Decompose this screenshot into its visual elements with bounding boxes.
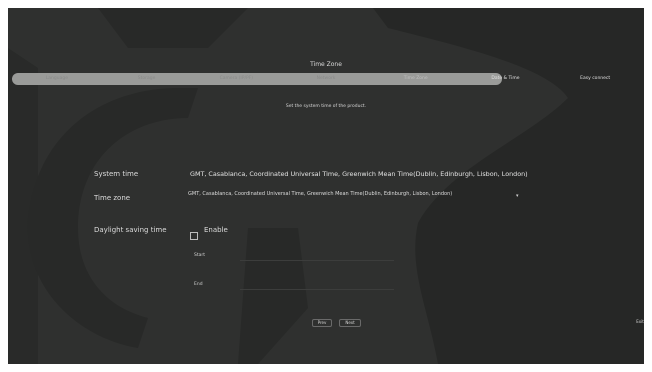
exit-button[interactable]: Exit (633, 319, 644, 327)
step-time-zone[interactable]: Time Zone (371, 73, 461, 85)
dst-start-time-select[interactable] (354, 253, 394, 261)
wizard-stepper: Language Storage Camera (IP/PF) Network … (12, 73, 640, 85)
dst-start-week-select[interactable] (278, 253, 318, 261)
system-time-label: System time (94, 170, 139, 178)
dst-end-week-select[interactable] (278, 282, 318, 290)
dst-enable-checkbox[interactable] (190, 232, 198, 240)
dst-end-time-select[interactable] (354, 282, 394, 290)
setup-wizard-screen: Time Zone Language Storage Camera (IP/PF… (8, 8, 644, 364)
step-camera[interactable]: Camera (IP/PF) (191, 73, 281, 85)
dst-start-month-select[interactable] (240, 253, 280, 261)
dst-end-day-select[interactable] (314, 282, 354, 290)
dst-label: Daylight saving time (94, 226, 167, 234)
dst-start-day-select[interactable] (314, 253, 354, 261)
step-easy-connect[interactable]: Easy connect (550, 73, 640, 85)
page-subtitle: Set the system time of the product. (285, 104, 367, 109)
system-time-value: GMT, Casablanca, Coordinated Universal T… (190, 170, 528, 178)
chevron-down-icon[interactable]: ▾ (516, 193, 519, 199)
time-zone-label: Time zone (94, 194, 131, 202)
time-zone-select[interactable]: GMT, Casablanca, Coordinated Universal T… (188, 191, 452, 197)
dst-enable-label: Enable (204, 226, 228, 234)
prev-button[interactable]: Prev (312, 319, 332, 327)
dst-end-label: End (194, 282, 203, 287)
step-language[interactable]: Language (12, 73, 102, 85)
page-title: Time Zone (310, 61, 342, 68)
step-storage[interactable]: Storage (102, 73, 192, 85)
dst-start-label: Start (194, 253, 205, 258)
next-button[interactable]: Next (339, 319, 361, 327)
time-zone-selected-value: GMT, Casablanca, Coordinated Universal T… (188, 191, 453, 197)
step-date-time[interactable]: Date & Time (461, 73, 551, 85)
step-network[interactable]: Network (281, 73, 371, 85)
dst-end-month-select[interactable] (240, 282, 280, 290)
